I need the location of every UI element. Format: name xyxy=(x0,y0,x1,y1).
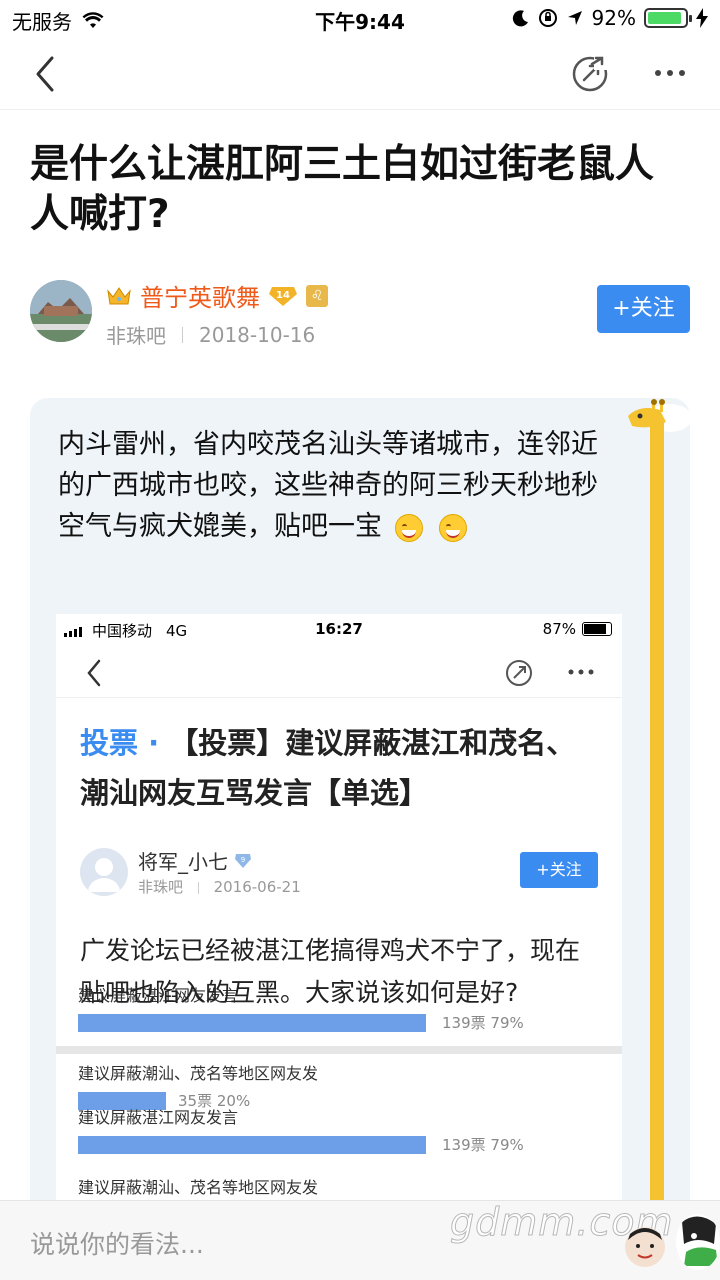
embedded-body-text: 广发论坛已经被湛江佬搞得鸡犬不宁了，现在贴吧也陷入的互黑。大家说该如何是好? xyxy=(80,936,581,1007)
embedded-level-badge-icon: 9 xyxy=(235,853,251,868)
embedded-back-icon xyxy=(87,659,101,687)
moon-icon xyxy=(512,10,528,27)
back-chevron-icon[interactable] xyxy=(30,54,64,94)
embedded-nav-bar xyxy=(56,648,622,698)
post-title: 是什么让湛肛阿三土白如过街老鼠人人喊打? xyxy=(30,142,655,237)
poll-option-label: 建议屏蔽潮汕、茂名等地区网友发 xyxy=(78,1178,319,1197)
meta-divider xyxy=(182,326,183,343)
battery-icon xyxy=(644,8,692,28)
rotation-lock-icon xyxy=(538,9,557,27)
embedded-date: 2016-06-21 xyxy=(213,878,301,896)
author-meta: 非珠吧 2018-10-16 xyxy=(106,320,315,349)
smile-emoji-icon xyxy=(394,513,423,542)
embedded-battery-percent: 87% xyxy=(542,620,576,638)
embedded-battery-icon xyxy=(582,622,612,636)
poll-option-bar xyxy=(78,1136,426,1154)
embedded-more-icon xyxy=(568,669,594,675)
embedded-status-bar: 中国移动 4G 16:27 87% xyxy=(56,614,622,644)
embedded-screenshot: 中国移动 4G 16:27 87% 投票 · 【投票】建议屏蔽湛江和茂名、潮汕网… xyxy=(56,614,622,1218)
sticker-character-icon xyxy=(676,1214,720,1270)
embedded-meta: 非珠吧 2016-06-21 xyxy=(138,876,301,897)
poll-option: 建议屏蔽潮汕、茂名等地区网友发35票 20% xyxy=(78,1174,608,1218)
giraffe-decoration-icon xyxy=(628,399,690,1218)
poll-divider xyxy=(56,1046,622,1054)
comment-input[interactable]: 说说你的看法... xyxy=(30,1225,204,1261)
embedded-author-name: 将军_小七 xyxy=(138,850,228,874)
charging-bolt-icon xyxy=(696,8,708,28)
post-body: 内斗雷州，省内咬茂名汕头等诸城市，连邻近的广西城市也咬，这些神奇的阿三秒天秒地秒… xyxy=(58,424,618,547)
author-name[interactable]: 普宁英歌舞 xyxy=(140,278,260,313)
status-bar: 无服务 下午9:44 92% xyxy=(0,0,720,38)
location-arrow-icon xyxy=(567,11,582,25)
crown-icon xyxy=(107,286,131,304)
sticker-face-icon xyxy=(625,1227,665,1267)
embedded-title-tag: 投票 · xyxy=(80,726,160,760)
poll-option-label: 建议屏蔽湛江网友发言 xyxy=(78,1108,239,1127)
poll-option: 建议屏蔽潮汕、茂名等地区网友发35票 20% xyxy=(78,1060,608,1110)
poll-option-count: 139票 79% xyxy=(442,1014,524,1032)
battery-percent: 92% xyxy=(591,6,636,30)
embedded-title: 投票 · 【投票】建议屏蔽湛江和茂名、潮汕网友互骂发言【单选】 xyxy=(80,718,600,818)
zodiac-badge: ♌ xyxy=(306,284,328,307)
embedded-time: 16:27 xyxy=(315,620,363,638)
embedded-follow-button: +关注 xyxy=(520,852,598,888)
grin-emoji-icon xyxy=(439,513,468,542)
share-arrow-icon[interactable] xyxy=(570,54,610,94)
more-dots-icon[interactable] xyxy=(650,58,690,88)
embedded-avatar xyxy=(80,848,128,896)
poll-option: 建议屏蔽湛江网友发言 139票 79% xyxy=(78,1104,608,1154)
battery-fill xyxy=(648,12,682,24)
forum-name[interactable]: 非珠吧 xyxy=(106,320,166,349)
avatar-image xyxy=(30,280,92,342)
level-badge-text: 14 xyxy=(276,290,290,301)
embedded-level-text: 9 xyxy=(241,856,245,864)
nav-bar xyxy=(0,40,720,110)
post-content-card: 内斗雷州，省内咬茂名汕头等诸城市，连邻近的广西城市也咬，这些神奇的阿三秒天秒地秒… xyxy=(30,398,690,1218)
embedded-share-icon xyxy=(506,660,532,686)
follow-button[interactable]: +关注 xyxy=(597,285,690,333)
poll-option-count: 139票 79% xyxy=(442,1136,524,1154)
level-badge-icon: 14 xyxy=(269,286,297,306)
poll-option-bar xyxy=(78,1014,426,1032)
author-avatar[interactable] xyxy=(30,280,92,342)
post-date: 2018-10-16 xyxy=(199,322,316,347)
default-user-icon xyxy=(88,858,120,892)
embedded-forum: 非珠吧 xyxy=(138,878,184,896)
post-body-text: 内斗雷州，省内咬茂名汕头等诸城市，连邻近的广西城市也咬，这些神奇的阿三秒天秒地秒… xyxy=(58,429,598,542)
poll-option-label: 建议屏蔽潮汕、茂名等地区网友发 xyxy=(78,1064,319,1083)
